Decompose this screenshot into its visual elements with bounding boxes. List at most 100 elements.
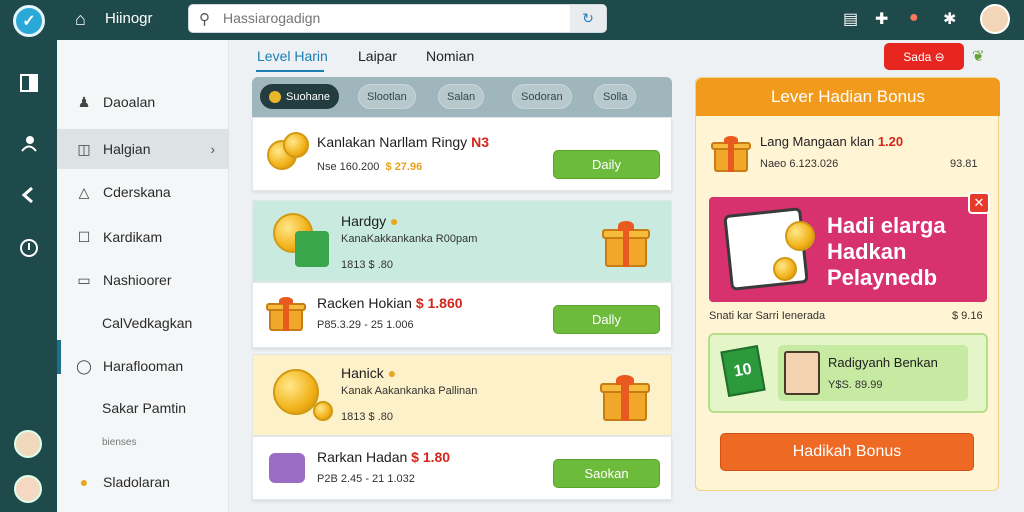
settings-icon[interactable]: ✱ — [943, 9, 956, 29]
leaf-icon[interactable]: ❦ — [972, 47, 985, 65]
shield-icon: ◯ — [76, 357, 92, 374]
card-sub-text: Nse 160.200 — [317, 161, 380, 173]
puzzle-icon[interactable]: ✚ — [875, 9, 888, 29]
search-input[interactable] — [223, 10, 523, 26]
daily-button[interactable]: Daily — [553, 150, 660, 179]
close-icon[interactable]: ✕ — [968, 192, 990, 214]
reward-card[interactable]: Rarkan Hadan $ 1.80 P2B 2.45 - 21 1.032 … — [252, 436, 672, 500]
promo-value: $ 9.16 — [952, 310, 983, 322]
chip-suohane[interactable]: Suohane — [260, 84, 340, 109]
money-bag-icon — [295, 231, 329, 267]
reward-card[interactable]: Racken Hokian $ 1.860 P85.3.29 - 25 1.00… — [252, 282, 672, 348]
basket-icon — [269, 453, 305, 483]
tab-level-harin[interactable]: Level Harin — [257, 48, 328, 64]
search-bar[interactable]: ⚲ ↻ — [188, 4, 607, 33]
sidebar-item-label: Cderskana — [103, 184, 171, 200]
sidebar-item-label: Nashioorer — [103, 272, 172, 288]
sidebar-item-label: Sakar Pamtin — [102, 400, 187, 416]
chip-solla[interactable]: Solla — [594, 84, 637, 109]
sidebar-item-kardikam[interactable]: ☐ Kardikam — [57, 217, 229, 257]
sidebar-item-daoalan[interactable]: ♟ Daoalan — [57, 82, 229, 122]
app-logo-icon[interactable]: ✓ — [13, 5, 45, 37]
daily-button[interactable]: Dally — [553, 305, 660, 334]
winner-card[interactable]: 10 Radigyanh Benkan Y$S. 89.99 — [708, 333, 988, 413]
card-sub-price: $ 27.96 — [385, 161, 423, 173]
sidebar-item-sakar-pamtin[interactable]: Sakar Pamtin — [57, 388, 229, 428]
card-title-price: N3 — [471, 134, 489, 150]
tab-laipar[interactable]: Laipar — [358, 48, 397, 64]
card-description: Kanak Aakankanka Pallinan — [341, 385, 478, 397]
sidebar-item-calvedkagkan[interactable]: CalVedkagkan — [57, 303, 229, 343]
share-icon[interactable] — [16, 182, 42, 208]
sidebar-item-haraflooman[interactable]: ◯ Haraflooman — [57, 346, 229, 386]
folder-icon: ▭ — [77, 271, 91, 288]
coin-icon: ● — [79, 474, 89, 490]
chip-slootlan[interactable]: Slootlan — [358, 84, 416, 109]
chip-label: Solla — [603, 90, 628, 103]
chat-icon: ◫ — [77, 140, 91, 157]
user-avatar-secondary[interactable] — [14, 475, 42, 503]
notification-icon[interactable]: ● — [909, 9, 919, 27]
sidebar-item-cderskana[interactable]: △ Cderskana — [57, 172, 229, 212]
sidebar-item-label: Halgian — [103, 141, 151, 157]
coin-icon: ● — [390, 213, 399, 229]
ticket-icon: 10 — [720, 345, 766, 397]
reward-card[interactable]: Hardgy ● KanaKakkankanka R00pam 1813 $ .… — [252, 200, 672, 282]
chip-sodoran[interactable]: Sodoran — [512, 84, 572, 109]
card-title-price: $ 1.80 — [411, 449, 451, 465]
promo-text: Hadi elarga Hadkan Pelaynedb — [827, 213, 946, 291]
user-pin-icon[interactable] — [16, 130, 42, 156]
gift-icon — [266, 297, 306, 331]
reward-card[interactable]: Hanick ● Kanak Aakankanka Pallinan 1813 … — [252, 354, 672, 436]
chip-label: Slootlan — [367, 90, 407, 103]
card-title: Kanlakan Narllam Ringy N3 — [317, 134, 489, 150]
card-title-text: Hardgy — [341, 213, 387, 229]
coin-icon: ● — [387, 365, 397, 381]
document-icon[interactable]: ▤ — [843, 9, 858, 29]
reward-card[interactable]: Kanlakan Narllam Ringy N3 Nse 160.200 $ … — [252, 117, 672, 191]
card-title: Hanick ● — [341, 365, 396, 381]
winner-sub: Y$S. 89.99 — [828, 379, 883, 391]
bookmark-icon: ☐ — [77, 228, 91, 245]
card-title: Hardgy ● — [341, 213, 399, 229]
coin-icon — [785, 221, 815, 251]
sidebar-item-nashioorer[interactable]: ▭ Nashioorer — [57, 260, 229, 300]
sidebar-item-halgian[interactable]: ◫ Halgian › — [57, 129, 229, 169]
bonus-row-value: 93.81 — [950, 158, 978, 170]
card-description: KanaKakkankanka R00pam — [341, 233, 478, 245]
gift-icon — [600, 375, 650, 421]
sidebar-item-label: Kardikam — [103, 229, 163, 245]
coin-icon — [273, 369, 319, 415]
chip-label: Salan — [447, 90, 476, 103]
active-tab-indicator — [256, 70, 324, 72]
chip-salan[interactable]: Salan — [438, 84, 485, 109]
bonus-row-title: Lang Mangaan klan 1.20 — [760, 134, 903, 149]
bonus-button[interactable]: Hadikah Bonus — [720, 433, 974, 471]
promo-banner[interactable]: Hadi elarga Hadkan Pelaynedb — [709, 197, 987, 302]
gift-icon — [602, 221, 650, 267]
search-icon: ⚲ — [199, 11, 210, 28]
winner-info: Radigyanh Benkan Y$S. 89.99 — [778, 345, 968, 401]
card-title-price: $ 1.860 — [415, 295, 463, 311]
bonus-panel-title: Lever Hadian Bonus — [696, 78, 1000, 116]
home-icon[interactable]: ⌂ — [75, 9, 86, 30]
tab-nomian[interactable]: Nomian — [426, 48, 474, 64]
winner-avatar — [784, 351, 820, 395]
left-rail: ✓ — [0, 0, 57, 512]
sidebar-item-label: Sladolaran — [103, 474, 170, 490]
sada-button[interactable]: Sada ⊖ — [884, 43, 964, 70]
sidebar-item-sladolaran[interactable]: ● Sladolaran — [57, 462, 229, 502]
user-avatar[interactable] — [14, 430, 42, 458]
profile-avatar[interactable] — [980, 4, 1010, 34]
saokan-button[interactable]: Saokan — [553, 459, 660, 488]
filter-chip-bar: Suohane Slootlan Salan Sodoran Solla — [252, 77, 672, 117]
winner-name: Radigyanh Benkan — [828, 355, 938, 370]
refresh-icon[interactable]: ↻ — [570, 5, 606, 32]
book-icon[interactable] — [16, 70, 42, 96]
bell-icon: △ — [78, 183, 90, 200]
promo-caption: Snati kar Sarri Ienerada — [709, 310, 826, 322]
coin-icon — [269, 90, 281, 103]
coin-icon — [283, 132, 309, 158]
bonus-row-text: Lang Mangaan klan — [760, 134, 875, 149]
info-icon[interactable] — [16, 235, 42, 261]
